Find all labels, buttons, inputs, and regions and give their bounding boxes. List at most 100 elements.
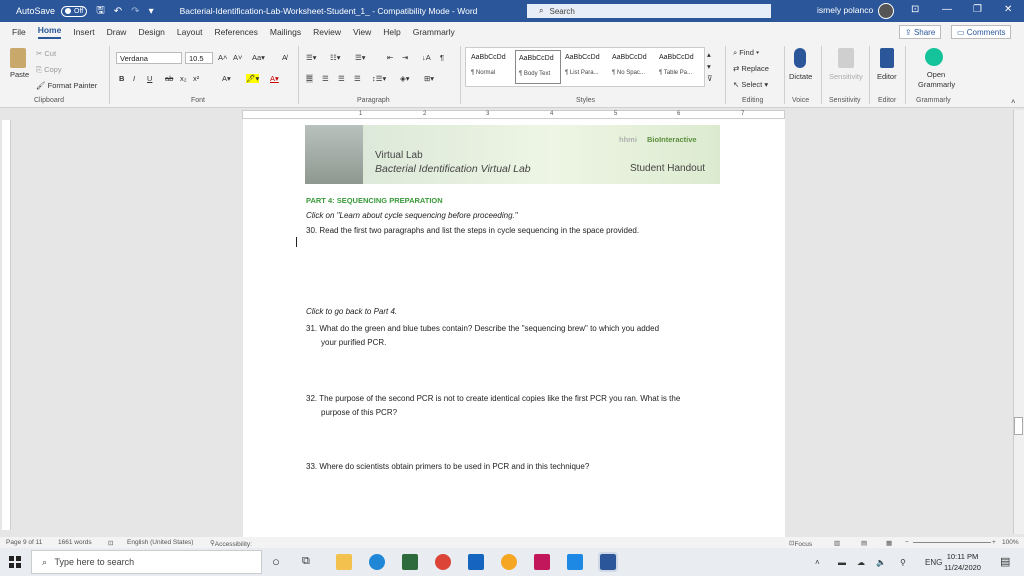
superscript-button[interactable]: x² <box>193 74 199 83</box>
system-clock[interactable]: 10:11 PM 11/24/2020 <box>944 551 981 573</box>
undo-icon[interactable]: ↶ <box>114 6 122 17</box>
show-hidden-icons[interactable]: ˄ <box>815 558 820 567</box>
tab-insert[interactable]: Insert <box>73 27 94 37</box>
title-search-box[interactable]: ⌕ Search <box>527 4 771 18</box>
vertical-ruler[interactable] <box>2 120 11 530</box>
tab-file[interactable]: File <box>12 27 26 37</box>
open-grammarly-button[interactable]: Open Grammarly <box>918 70 955 90</box>
restore-button[interactable]: ❐ <box>973 4 982 15</box>
editor-icon[interactable] <box>880 48 894 68</box>
styles-more-icon[interactable]: ⊽ <box>707 74 713 83</box>
language-status[interactable]: English (United States) <box>127 539 193 546</box>
tab-draw[interactable]: Draw <box>107 27 127 37</box>
document-page[interactable]: Virtual Lab Bacterial Identification Vir… <box>243 119 785 537</box>
word-count[interactable]: 1661 words <box>58 539 92 546</box>
bullets-icon[interactable]: ☰▾ <box>306 53 317 62</box>
collapse-ribbon-icon[interactable]: ˄ <box>1011 97 1015 106</box>
close-button[interactable]: ✕ <box>1004 4 1012 15</box>
avatar[interactable] <box>878 3 894 19</box>
notifications-icon[interactable]: ▤ <box>1000 555 1010 568</box>
tab-mailings[interactable]: Mailings <box>270 27 301 37</box>
share-button[interactable]: ⇪ Share <box>899 25 942 39</box>
multilevel-list-icon[interactable]: ☰▾ <box>355 53 366 62</box>
vertical-scrollbar[interactable] <box>1013 110 1024 534</box>
redo-icon[interactable]: ↷ <box>131 6 139 17</box>
align-right-icon[interactable]: ☰ <box>338 74 345 83</box>
text-effects-icon[interactable]: A▾ <box>222 74 231 83</box>
replace-button[interactable]: ⇄ Replace <box>733 64 769 73</box>
justify-icon[interactable]: ☰ <box>354 74 361 83</box>
show-formatting-icon[interactable]: ¶ <box>440 53 444 62</box>
clear-formatting-icon[interactable]: A̸ <box>282 53 287 62</box>
decrease-indent-icon[interactable]: ⇤ <box>387 53 393 62</box>
tab-review[interactable]: Review <box>313 27 341 37</box>
app-icon-2[interactable] <box>501 554 517 570</box>
customize-quick-access-icon[interactable]: ▾ <box>149 6 154 17</box>
app-icon[interactable] <box>402 554 418 570</box>
grow-font-icon[interactable]: A˄ <box>218 53 227 62</box>
increase-indent-icon[interactable]: ⇥ <box>402 53 408 62</box>
italic-button[interactable]: I <box>133 74 135 83</box>
autosave-toggle[interactable]: Off <box>61 5 88 17</box>
tab-help[interactable]: Help <box>383 27 400 37</box>
style-list-paragraph[interactable]: AaBbCcDd ¶ List Para... <box>562 50 608 84</box>
battery-icon[interactable]: ▬ <box>838 558 846 567</box>
proofing-icon[interactable]: ⊡ <box>108 539 113 547</box>
line-spacing-icon[interactable]: ↕☰▾ <box>372 74 386 83</box>
highlight-icon[interactable]: 🖊▾ <box>246 74 260 83</box>
onedrive-icon[interactable]: ☁ <box>857 558 865 567</box>
read-mode-icon[interactable]: ▥ <box>834 539 840 547</box>
tab-design[interactable]: Design <box>138 27 164 37</box>
cut-button[interactable]: ✂ Cut <box>36 49 56 58</box>
photos-icon[interactable] <box>567 554 583 570</box>
strikethrough-button[interactable]: ab <box>165 74 173 83</box>
edge-icon[interactable] <box>369 554 385 570</box>
shading-icon[interactable]: ◈▾ <box>400 74 410 83</box>
horizontal-ruler[interactable]: 1 2 3 4 5 6 7 <box>242 110 785 119</box>
paste-button[interactable]: Paste <box>10 70 29 79</box>
subscript-button[interactable]: x₂ <box>180 74 187 83</box>
microphone-icon[interactable] <box>794 48 806 68</box>
editor-button[interactable]: Editor <box>877 72 897 81</box>
tab-layout[interactable]: Layout <box>177 27 203 37</box>
input-language[interactable]: ENG <box>925 558 942 567</box>
focus-button[interactable]: ⊡ Focus <box>789 539 812 548</box>
paste-icon[interactable] <box>10 48 26 68</box>
zoom-level[interactable]: 100% <box>1002 539 1019 546</box>
grammarly-icon[interactable] <box>925 48 943 66</box>
style-no-spacing[interactable]: AaBbCcDd ¶ No Spac... <box>609 50 655 84</box>
zoom-out-icon[interactable]: − <box>905 539 909 546</box>
style-normal[interactable]: AaBbCcDd ¶ Normal <box>468 50 514 84</box>
tab-references[interactable]: References <box>214 27 257 37</box>
styles-scroll-down-icon[interactable]: ▾ <box>707 62 711 71</box>
borders-icon[interactable]: ⊞▾ <box>424 74 434 83</box>
styles-scroll-up-icon[interactable]: ▴ <box>707 50 711 59</box>
font-color-icon[interactable]: A▾ <box>270 74 279 83</box>
page-count[interactable]: Page 9 of 11 <box>6 539 42 546</box>
volume-icon[interactable]: 🔈 <box>876 558 886 567</box>
user-name[interactable]: ismely polanco <box>817 5 873 15</box>
accessibility-status[interactable]: ⚲ Accessibility: Unavailable <box>210 539 252 555</box>
picsart-icon[interactable] <box>534 554 550 570</box>
zoom-slider[interactable] <box>913 542 991 543</box>
taskbar-search-box[interactable]: ⌕ Type here to search <box>31 550 262 574</box>
style-table-paragraph[interactable]: AaBbCcDd ¶ Table Pa... <box>656 50 702 84</box>
windows-start-icon[interactable] <box>9 556 21 568</box>
zoom-in-icon[interactable]: + <box>992 539 996 546</box>
change-case-icon[interactable]: Aa▾ <box>252 53 265 62</box>
select-button[interactable]: ↖ Select ▾ <box>733 80 768 89</box>
align-left-icon[interactable]: ☰ <box>306 74 313 83</box>
chrome-icon[interactable] <box>435 554 451 570</box>
style-body-text[interactable]: AaBbCcDd ¶ Body Text <box>515 50 561 84</box>
scrollbar-thumb[interactable] <box>1014 417 1023 435</box>
network-icon[interactable]: ⚲ <box>900 558 906 567</box>
bold-button[interactable]: B <box>119 74 124 83</box>
tab-home[interactable]: Home <box>37 25 62 39</box>
format-painter-button[interactable]: 🖌 Format Painter <box>36 81 97 90</box>
comments-button[interactable]: ▭ Comments <box>951 25 1012 39</box>
web-layout-icon[interactable]: ▦ <box>886 539 892 547</box>
cortana-icon[interactable]: ○ <box>272 554 280 569</box>
task-view-icon[interactable]: ⧉ <box>302 555 310 568</box>
save-icon[interactable]: 🖫 <box>96 3 105 20</box>
mail-icon[interactable] <box>468 554 484 570</box>
